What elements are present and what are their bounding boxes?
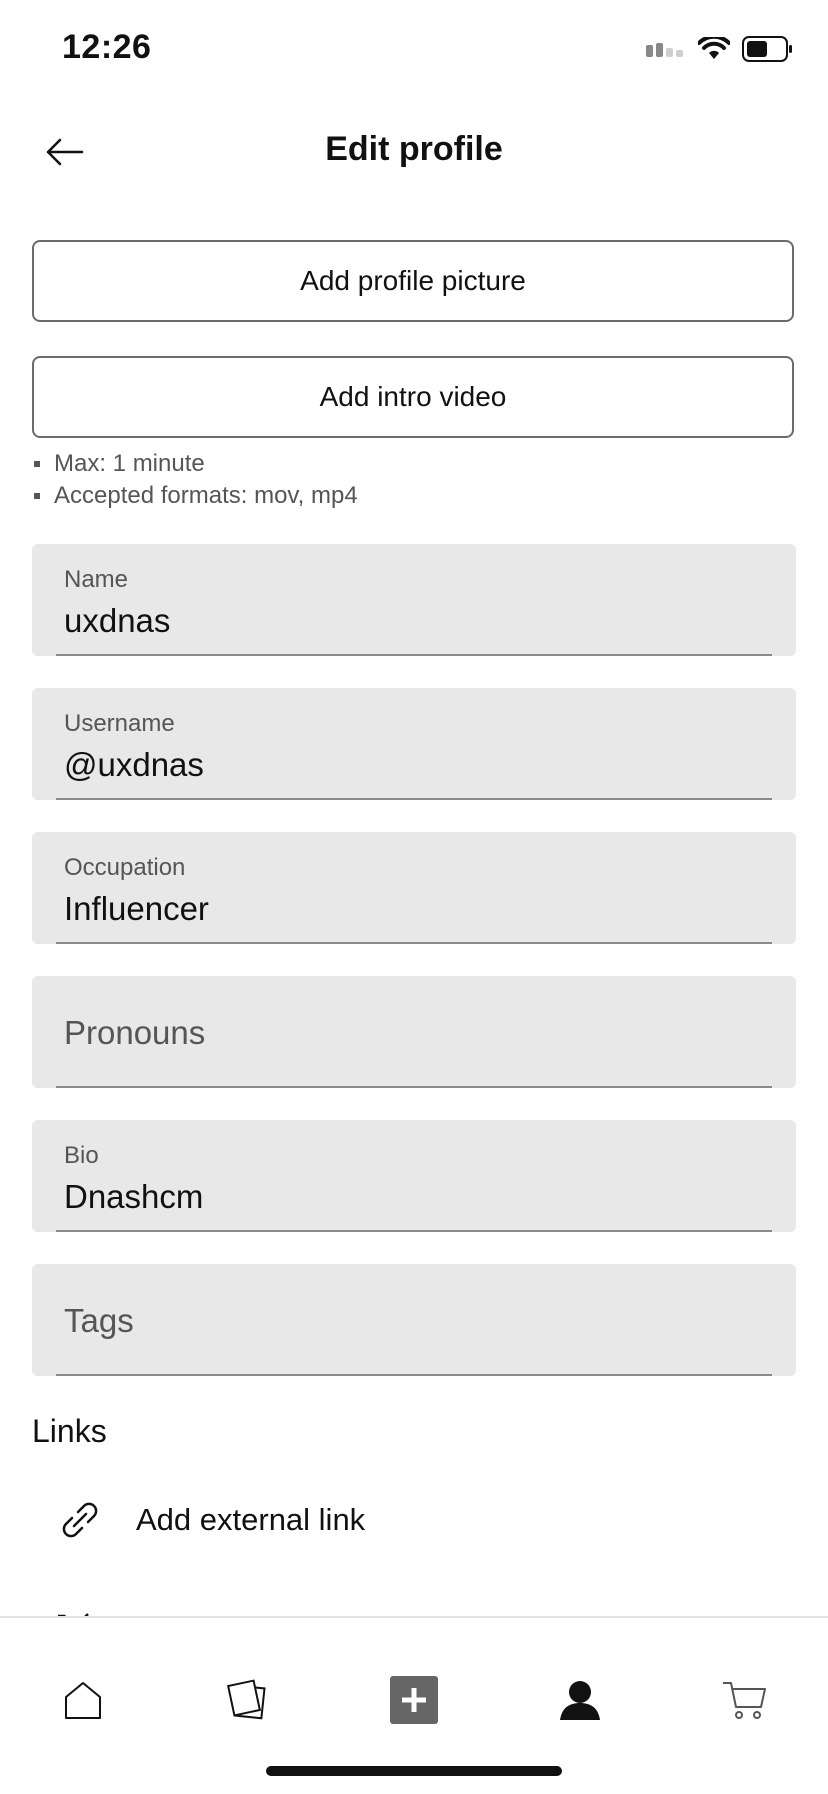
- name-label: Name: [64, 566, 129, 593]
- nav-profile[interactable]: [548, 1668, 612, 1732]
- field-underline: [56, 798, 772, 800]
- home-indicator: [266, 1766, 562, 1776]
- tags-placeholder: Tags: [64, 1302, 134, 1339]
- field-underline: [56, 1230, 772, 1232]
- nav-home[interactable]: [51, 1668, 115, 1732]
- occupation-field[interactable]: Occupation Influencer: [32, 832, 796, 944]
- wifi-icon: [698, 37, 730, 59]
- name-field[interactable]: Name uxdnas: [32, 544, 796, 656]
- hint-text: Accepted formats: mov, mp4: [54, 482, 358, 509]
- status-time: 12:26: [62, 28, 152, 66]
- status-icons: [646, 34, 794, 64]
- bullet: [34, 493, 40, 499]
- pronouns-placeholder: Pronouns: [64, 1014, 206, 1051]
- link-icon: [62, 1502, 98, 1538]
- bio-label: Bio: [64, 1142, 99, 1169]
- field-underline: [56, 942, 772, 944]
- add-external-link-label: Add external link: [136, 1502, 366, 1537]
- hint-text: Max: 1 minute: [54, 450, 205, 477]
- field-underline: [56, 1374, 772, 1376]
- bio-value: Dnashcm: [64, 1178, 204, 1215]
- video-hint-duration: Max: 1 minute: [32, 450, 205, 478]
- video-hint-formats: Accepted formats: mov, mp4: [32, 482, 358, 510]
- signal-icon: [646, 43, 683, 57]
- home-icon: [65, 1682, 101, 1719]
- profile-icon: [560, 1681, 600, 1720]
- page-title: Edit profile: [325, 130, 503, 168]
- field-underline: [56, 654, 772, 656]
- add-profile-picture-button[interactable]: Add profile picture: [32, 240, 794, 322]
- create-icon: [390, 1676, 438, 1724]
- links-section-title: Links: [32, 1413, 107, 1449]
- battery-icon: [742, 36, 792, 62]
- pronouns-field[interactable]: Pronouns: [32, 976, 796, 1088]
- bullet: [34, 461, 40, 467]
- name-value: uxdnas: [64, 602, 171, 639]
- field-underline: [56, 1086, 772, 1088]
- username-label: Username: [64, 710, 175, 737]
- occupation-label: Occupation: [64, 854, 186, 881]
- add-external-link-button[interactable]: Add external link: [58, 1496, 365, 1544]
- tags-field[interactable]: Tags: [32, 1264, 796, 1376]
- cart-icon: [723, 1682, 766, 1719]
- nav-create[interactable]: [382, 1668, 446, 1732]
- bio-field[interactable]: Bio Dnashcm: [32, 1120, 796, 1232]
- nav-cart[interactable]: [712, 1668, 776, 1732]
- occupation-value: Influencer: [64, 890, 209, 927]
- username-field[interactable]: Username @uxdnas: [32, 688, 796, 800]
- nav-collections[interactable]: [216, 1668, 280, 1732]
- username-value: @uxdnas: [64, 746, 204, 783]
- collections-icon: [226, 1679, 266, 1720]
- add-intro-video-button[interactable]: Add intro video: [32, 356, 794, 438]
